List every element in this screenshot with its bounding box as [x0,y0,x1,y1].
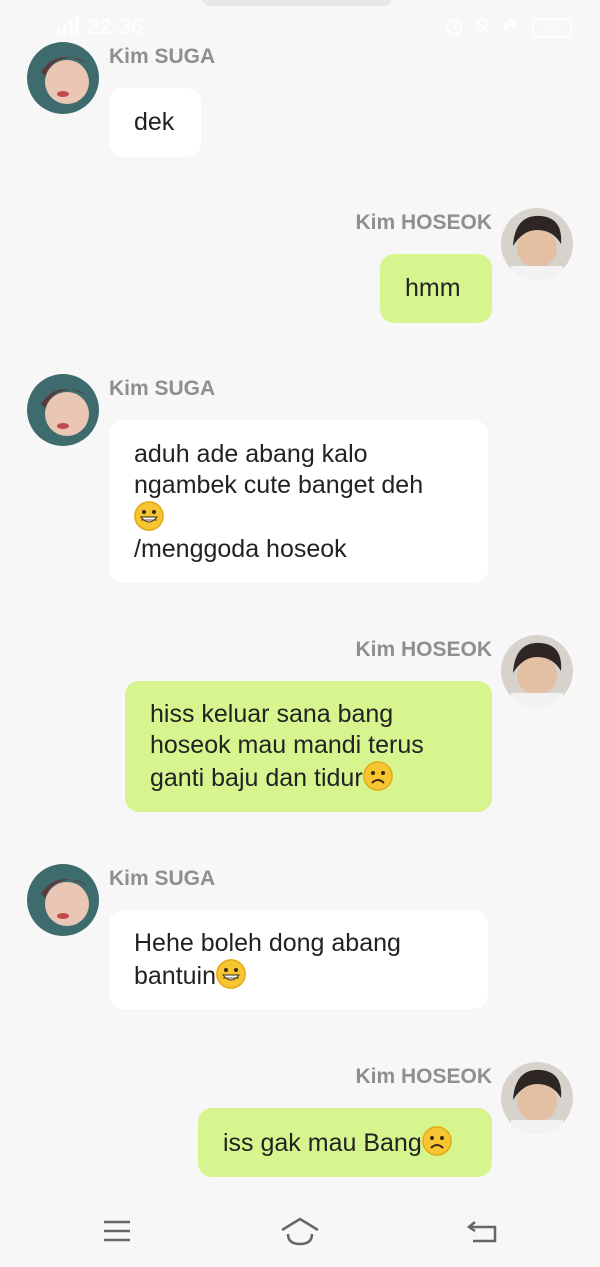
status-bar: 22:36 20 [0,0,600,48]
menu-icon [104,1220,130,1242]
message-bubble[interactable]: aduh ade abang kalo ngambek cute banget … [109,420,488,583]
message-text: Hehe boleh dong abang [134,928,401,957]
frowning-face-emoji [362,761,393,791]
message-text: /menggoda hoseok [134,534,347,563]
sender-name: Kim HOSEOK [355,638,492,661]
avatar-suga[interactable] [27,864,99,936]
message-bubble[interactable]: hiss keluar sana bang hoseok mau mandi t… [125,681,492,812]
message-text: hiss keluar sana bang [150,700,394,728]
back-icon [467,1221,497,1243]
sender-name: Kim SUGA [109,45,216,68]
avatar-suga[interactable] [27,374,99,446]
message-text: ganti baju dan tidur [150,761,467,794]
sender-name: Kim HOSEOK [355,1065,492,1088]
avatar-hoseok[interactable] [501,1062,573,1134]
battery-indicator: 20 [532,18,572,38]
grinning-face-emoji [216,958,247,989]
message-bubble[interactable]: hmm [380,254,492,323]
message-text: iss gak mau Bang [223,1126,467,1159]
back-button[interactable] [463,1213,503,1249]
message-text: ngambek cute banget deh [134,470,424,499]
message-bubble[interactable]: Hehe boleh dong abang bantuin [109,910,488,1009]
navigation-bar [0,1195,600,1267]
sender-name: Kim SUGA [109,867,216,890]
message-bubble[interactable]: dek [109,88,201,157]
message-text [134,500,463,534]
home-icon [281,1217,319,1246]
menu-button[interactable] [97,1213,137,1249]
avatar-hoseok[interactable] [501,208,573,280]
grinning-face-emoji [134,500,164,531]
message-text: aduh ade abang kalo [134,439,368,468]
data-icon [503,18,517,31]
avatar-suga[interactable] [27,42,99,114]
message-text: dek [134,108,175,136]
mute-icon [474,18,490,34]
frowning-face-emoji [421,1126,452,1156]
message-text: bantuin [134,958,463,992]
alarm-icon [446,19,462,35]
message-text: hmm [405,274,461,302]
status-time: 22:36 [87,14,144,39]
sender-name: Kim HOSEOK [355,211,492,234]
signal-icon [57,16,79,35]
home-button[interactable] [280,1213,320,1249]
message-text: hoseok mau mandi terus [150,731,424,759]
avatar-hoseok[interactable] [501,635,573,707]
message-bubble[interactable]: iss gak mau Bang [198,1108,492,1177]
sender-name: Kim SUGA [109,377,216,400]
